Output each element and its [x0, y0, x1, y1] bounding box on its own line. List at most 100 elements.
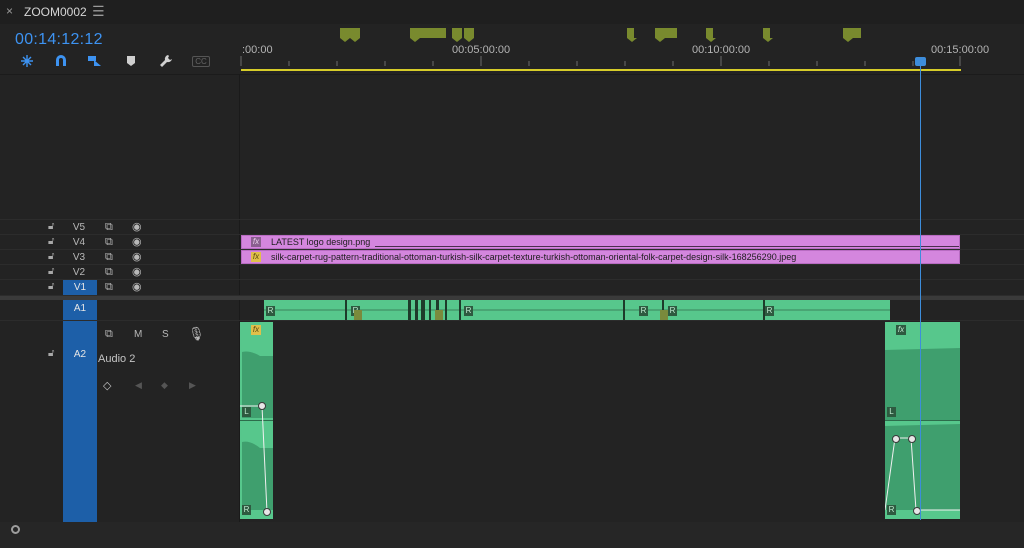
snap-ripple-icon[interactable] [18, 52, 36, 70]
track-name[interactable]: V3 [64, 252, 94, 263]
track-header-v1[interactable]: 🔓︎ V1 ⧉ ◉ [0, 280, 240, 295]
channel-badge-left: L [242, 407, 251, 417]
lock-icon[interactable]: 🔓︎ [48, 266, 54, 277]
channel-badge: R [668, 306, 677, 316]
sequence-marker[interactable] [340, 28, 350, 42]
linked-selection-icon[interactable] [86, 52, 104, 70]
sync-lock-icon[interactable]: ⧉ [105, 236, 113, 249]
sequence-marker[interactable] [627, 28, 637, 42]
channel-badge: R [266, 306, 275, 316]
sequence-marker[interactable] [350, 28, 360, 42]
track-name[interactable]: V2 [64, 267, 94, 278]
zoom-scroll-handle[interactable] [11, 525, 20, 534]
eye-icon[interactable]: ◉ [132, 265, 142, 278]
sync-lock-icon[interactable]: ⧉ [105, 221, 113, 234]
clip-edit-point[interactable] [415, 300, 418, 320]
keyframe-toggle-icon[interactable]: ◇ [103, 379, 111, 392]
channel-badge-right: R [887, 505, 896, 515]
track-name[interactable]: V1 [63, 280, 97, 295]
eye-icon[interactable]: ◉ [132, 235, 142, 248]
fx-badge: fx [251, 237, 261, 247]
sequence-marker[interactable] [763, 28, 773, 42]
sequence-marker-group[interactable] [843, 28, 861, 42]
video-clip-carpet[interactable]: fx silk-carpet-rug-pattern-traditional-o… [241, 250, 960, 264]
sync-lock-icon[interactable]: ⧉ [105, 281, 113, 294]
add-keyframe-icon[interactable]: ◆ [161, 380, 168, 391]
lock-icon[interactable]: 🔓︎ [48, 251, 54, 262]
marker-icon[interactable] [122, 52, 140, 70]
playhead-timecode[interactable]: 00:14:12:12 [15, 31, 103, 49]
sequence-marker[interactable] [464, 28, 474, 42]
lock-icon[interactable]: 🔓︎ [48, 281, 54, 292]
lock-icon[interactable]: 🔓︎ [48, 236, 54, 247]
track-name[interactable]: V4 [64, 237, 94, 248]
fx-badge: fx [251, 325, 261, 335]
clip-marker [354, 310, 362, 320]
playhead-line[interactable] [920, 60, 921, 520]
clip-edit-point[interactable] [459, 300, 461, 320]
ruler-label-0: :00:00 [242, 44, 273, 56]
clip-edit-point[interactable] [421, 300, 425, 320]
cc-icon[interactable]: CC [191, 52, 211, 70]
video-clip-logo[interactable]: fx LATEST logo design.png [241, 235, 960, 249]
track-header-v3[interactable]: 🔓︎ V3 ⧉ ◉ [0, 250, 240, 265]
microphone-icon[interactable]: 🎙︎ [188, 326, 205, 342]
audio-waveform [240, 351, 273, 513]
sync-lock-icon[interactable]: ⧉ [105, 251, 113, 264]
track-target-a2[interactable]: A2 [63, 321, 97, 522]
eye-icon[interactable]: ◉ [132, 220, 142, 233]
channel-badge-left: L [887, 407, 896, 417]
work-area-bar[interactable] [241, 69, 961, 71]
volume-keyframe[interactable] [892, 435, 900, 443]
volume-keyframe[interactable] [263, 508, 271, 516]
sync-lock-icon[interactable]: ⧉ [105, 266, 113, 279]
track-header-v5[interactable]: 🔓︎ V5 ⧉ ◉ [0, 220, 240, 235]
clip-edit-point[interactable] [623, 300, 625, 320]
clip-edit-point[interactable] [408, 300, 411, 320]
solo-button[interactable]: S [162, 329, 169, 340]
fx-badge: fx [896, 325, 906, 335]
clip-name: silk-carpet-rug-pattern-traditional-otto… [271, 252, 797, 262]
sync-lock-icon[interactable]: ⧉ [105, 328, 113, 341]
mute-button[interactable]: M [134, 329, 142, 340]
channel-badge: R [765, 306, 774, 316]
hamburger-icon[interactable]: ☰ [92, 3, 105, 20]
eye-icon[interactable]: ◉ [132, 250, 142, 263]
timeline-horizontal-scrollbar[interactable] [0, 522, 1024, 548]
magnet-icon[interactable] [52, 52, 70, 70]
track-divider [0, 320, 1024, 321]
track-name[interactable]: V5 [64, 222, 94, 233]
track-target-a1[interactable]: A1 [63, 300, 97, 320]
sequence-marker-group[interactable] [410, 28, 446, 42]
sequence-marker[interactable] [706, 28, 716, 42]
next-keyframe-icon[interactable]: ▶ [189, 380, 196, 391]
track-header-v2[interactable]: 🔓︎ V2 ⧉ ◉ [0, 265, 240, 280]
lock-icon[interactable]: 🔓︎ [48, 221, 54, 232]
audio-clip-a2-right[interactable]: fx L R [885, 322, 960, 519]
sequence-tab-title[interactable]: ZOOM0002 [24, 5, 87, 19]
track-header-v4[interactable]: 🔓︎ V4 ⧉ ◉ [0, 235, 240, 250]
clip-marker [435, 310, 443, 320]
previous-keyframe-icon[interactable]: ◀ [135, 380, 142, 391]
ruler-label-15min: 00:15:00:00 [931, 44, 990, 56]
close-tab-button[interactable]: × [6, 4, 13, 18]
channel-badge: R [464, 306, 473, 316]
track-name: A2 [73, 349, 87, 360]
channel-badge-right: R [242, 505, 251, 515]
channel-badge: R [639, 306, 648, 316]
volume-keyframe[interactable] [258, 402, 266, 410]
clip-edit-point[interactable] [429, 300, 431, 320]
audio-clip-a2-left[interactable]: fx L R [240, 322, 273, 519]
clip-edit-point[interactable] [345, 300, 347, 320]
ruler-divider [0, 74, 1024, 75]
sequence-marker-group[interactable] [655, 28, 677, 42]
sequence-marker[interactable] [452, 28, 462, 42]
panel-tab-bar: × ZOOM0002 ☰ [0, 0, 1024, 24]
eye-icon[interactable]: ◉ [132, 280, 142, 293]
lock-icon[interactable]: 🔓︎ [48, 348, 54, 359]
volume-keyframe[interactable] [908, 435, 916, 443]
wrench-icon[interactable] [157, 52, 175, 70]
ruler-label-5min: 00:05:00:00 [452, 44, 511, 56]
fx-badge: fx [251, 252, 261, 262]
clip-edit-point[interactable] [445, 300, 447, 320]
